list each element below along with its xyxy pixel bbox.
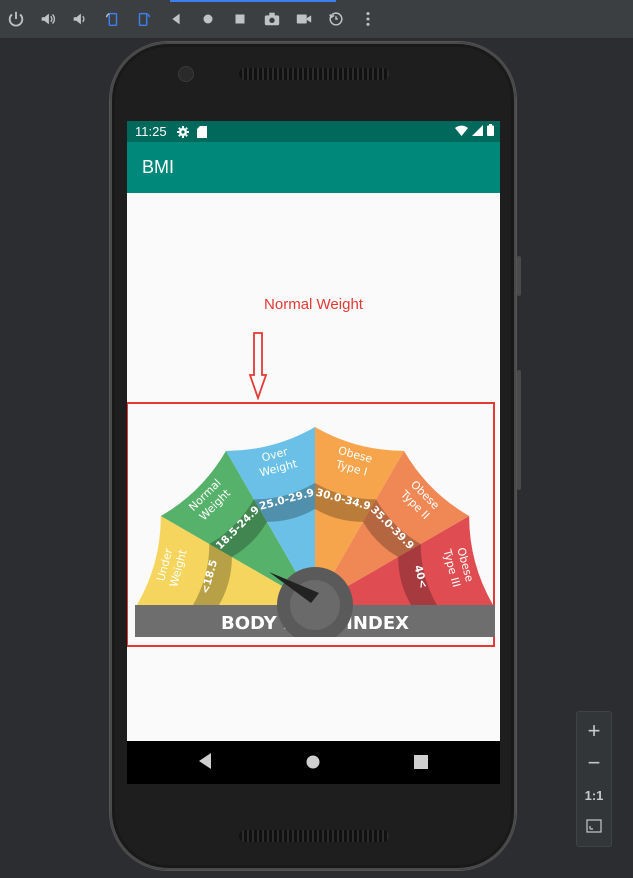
sd-card-icon bbox=[196, 125, 207, 138]
toolbar-accent-line bbox=[170, 0, 336, 2]
snapshot-icon[interactable] bbox=[320, 0, 352, 38]
rotate-left-icon[interactable] bbox=[96, 0, 128, 38]
nav-home-icon[interactable] bbox=[306, 755, 320, 769]
app-title: BMI bbox=[142, 157, 175, 177]
wifi-icon bbox=[455, 125, 468, 136]
zoom-out-button[interactable]: − bbox=[577, 750, 611, 776]
overview-icon[interactable] bbox=[224, 0, 256, 38]
down-arrow-icon bbox=[249, 332, 267, 400]
video-icon[interactable] bbox=[288, 0, 320, 38]
zoom-in-button[interactable]: + bbox=[577, 718, 611, 744]
battery-icon bbox=[487, 124, 494, 136]
front-camera bbox=[178, 66, 194, 82]
nav-back-icon[interactable] bbox=[197, 752, 213, 770]
bmi-gauge-image: UnderWeight <18.5NormalWeight18.5-24.9Ove… bbox=[135, 427, 495, 637]
zoom-controls: + − 1:1 bbox=[576, 711, 612, 847]
volume-up-icon[interactable] bbox=[32, 0, 64, 38]
volume-rocker[interactable] bbox=[517, 256, 521, 296]
emulator-toolbar bbox=[0, 0, 633, 39]
app-bar: BMI bbox=[127, 142, 500, 193]
signal-icon bbox=[472, 124, 483, 136]
bottom-speaker bbox=[239, 830, 389, 842]
home-icon[interactable] bbox=[192, 0, 224, 38]
device-screen: 11:25 BMI Normal Weight Under Weight <18.5… bbox=[127, 121, 500, 784]
navigation-bar bbox=[127, 741, 500, 784]
rotate-right-icon[interactable] bbox=[128, 0, 160, 38]
top-speaker bbox=[239, 68, 389, 80]
more-icon[interactable] bbox=[352, 0, 384, 38]
camera-icon[interactable] bbox=[256, 0, 288, 38]
settings-icon bbox=[176, 125, 189, 138]
status-time: 11:25 bbox=[135, 124, 167, 139]
zoom-fit-icon[interactable] bbox=[586, 818, 602, 834]
zoom-one-to-one-button[interactable]: 1:1 bbox=[577, 788, 611, 803]
nav-recents-icon[interactable] bbox=[414, 755, 428, 769]
bmi-result-label: Normal Weight bbox=[264, 296, 363, 313]
volume-down-icon[interactable] bbox=[64, 0, 96, 38]
power-icon[interactable] bbox=[0, 0, 32, 38]
back-icon[interactable] bbox=[160, 0, 192, 38]
status-bar: 11:25 bbox=[127, 121, 500, 142]
power-side-button[interactable] bbox=[517, 370, 521, 490]
